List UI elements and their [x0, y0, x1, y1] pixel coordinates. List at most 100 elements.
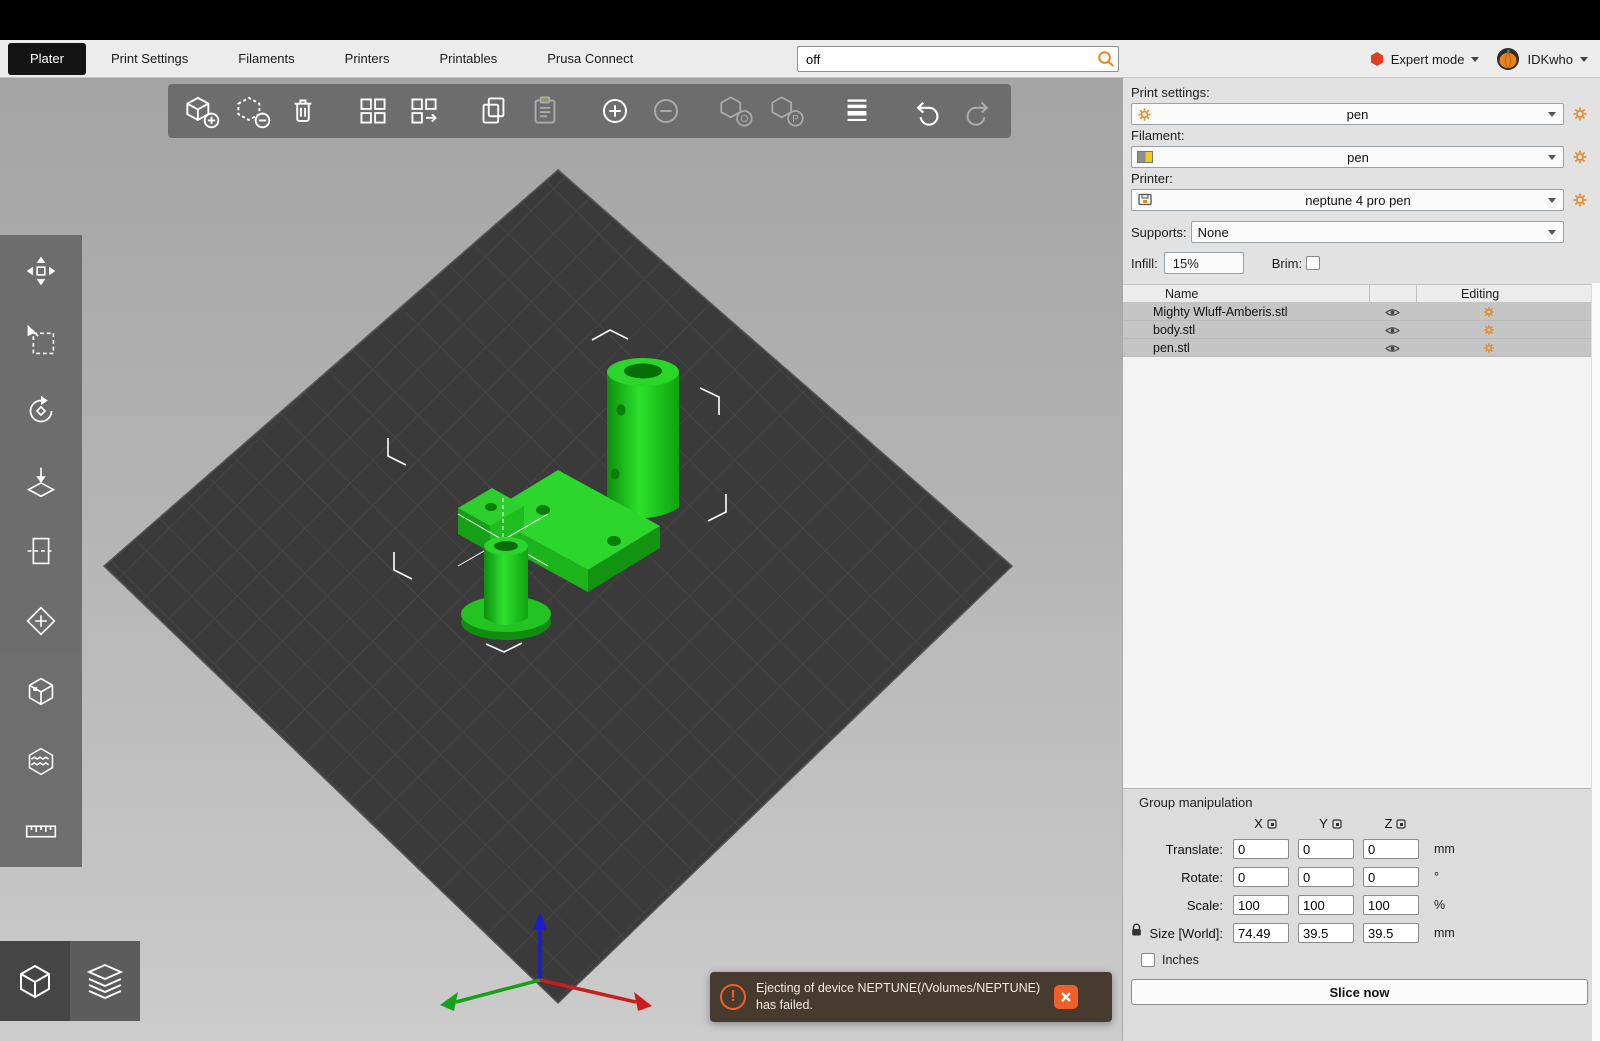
- print-settings-select[interactable]: pen: [1131, 103, 1564, 125]
- eye-icon: [1384, 308, 1400, 316]
- move-tool-button[interactable]: [18, 249, 64, 293]
- translate-x-input[interactable]: [1233, 839, 1289, 859]
- cut-tool-button[interactable]: [18, 529, 64, 573]
- rotate-tool-button[interactable]: [18, 389, 64, 433]
- rotate-z-input[interactable]: [1363, 867, 1419, 887]
- panel-scrollbar[interactable]: [1591, 283, 1600, 1041]
- remove-object-button[interactable]: [229, 88, 275, 134]
- tab-printables[interactable]: Printables: [414, 40, 522, 78]
- supports-select[interactable]: None: [1190, 221, 1564, 243]
- filament-value: pen: [1347, 149, 1369, 165]
- preview-view-button[interactable]: [70, 941, 140, 1021]
- edit-printer-button[interactable]: [1570, 190, 1590, 210]
- paint-support-tool-button[interactable]: [18, 599, 64, 643]
- object-settings-button[interactable]: [1481, 323, 1497, 337]
- rotate-unit: °: [1434, 870, 1439, 884]
- translate-z-input[interactable]: [1363, 839, 1419, 859]
- printer-select[interactable]: neptune 4 pro pen: [1131, 189, 1564, 211]
- account-chevron-down-icon[interactable]: [1580, 56, 1588, 62]
- seam-paint-tool-button[interactable]: [18, 669, 64, 713]
- scale-tool-icon: [27, 324, 55, 355]
- printer-value: neptune 4 pro pen: [1305, 192, 1411, 208]
- object-list-row[interactable]: Mighty Wluff-Amberis.stl: [1123, 303, 1600, 321]
- filament-select[interactable]: pen: [1131, 146, 1564, 168]
- print-bed[interactable]: [102, 169, 1014, 1005]
- gear-icon: [1573, 193, 1587, 207]
- place-on-face-tool-button[interactable]: [18, 459, 64, 503]
- supports-value: None: [1197, 224, 1229, 240]
- scale-unit: %: [1434, 898, 1446, 912]
- supports-label: Supports:: [1131, 224, 1187, 240]
- seam-paint-tool-icon: [28, 677, 54, 706]
- fuzzy-skin-tool-button[interactable]: [18, 739, 64, 783]
- size-label: Size [World]:: [1149, 925, 1223, 941]
- tab-printers[interactable]: Printers: [320, 40, 415, 78]
- axis-z-label: Z: [1384, 816, 1393, 831]
- avatar[interactable]: [1496, 47, 1520, 71]
- object-name: body.stl: [1153, 322, 1196, 337]
- object-settings-icon: [1484, 325, 1494, 335]
- tab-prusa-connect[interactable]: Prusa Connect: [522, 40, 658, 78]
- tab-print-settings[interactable]: Print Settings: [86, 40, 213, 78]
- username-label[interactable]: IDKwho: [1527, 52, 1573, 67]
- 3d-viewport[interactable]: O P ! Ejecting of device NEPTUNE(/Volume…: [0, 78, 1122, 1041]
- paste-button[interactable]: [522, 88, 568, 134]
- split-to-parts-button[interactable]: P: [764, 88, 810, 134]
- redo-button[interactable]: [955, 88, 1001, 134]
- search-icon: [1097, 50, 1115, 68]
- chevron-down-icon: [1548, 230, 1556, 235]
- visibility-toggle[interactable]: [1383, 305, 1401, 319]
- arrange-button[interactable]: [350, 88, 396, 134]
- delete-all-button[interactable]: [280, 88, 326, 134]
- scale-z-input[interactable]: [1363, 895, 1419, 915]
- printer-icon: [1137, 192, 1153, 208]
- add-instance-button[interactable]: [592, 88, 638, 134]
- add-object-button[interactable]: [178, 88, 224, 134]
- tab-filaments[interactable]: Filaments: [213, 40, 319, 78]
- visibility-toggle[interactable]: [1383, 323, 1401, 337]
- translate-y-input[interactable]: [1298, 839, 1354, 859]
- mode-chevron-down-icon[interactable]: [1471, 56, 1480, 62]
- size-y-input[interactable]: [1298, 923, 1354, 943]
- scale-label: Scale:: [1186, 897, 1223, 913]
- arrange-bed-button[interactable]: [401, 88, 447, 134]
- move-tool-icon: [26, 256, 56, 286]
- remove-instance-button[interactable]: [643, 88, 689, 134]
- notification-close-button[interactable]: [1054, 985, 1078, 1009]
- sidebar: Print settings: pen Filament: pen Printe…: [1122, 78, 1600, 1041]
- window-titlebar: [0, 0, 1600, 40]
- object-list-row[interactable]: body.stl: [1123, 321, 1600, 339]
- object-settings-button[interactable]: [1481, 305, 1497, 319]
- tab-plater[interactable]: Plater: [8, 42, 86, 75]
- object-list-row[interactable]: pen.stl: [1123, 339, 1600, 357]
- copy-button[interactable]: [471, 88, 517, 134]
- brim-checkbox[interactable]: [1306, 256, 1321, 270]
- variable-layer-height-button[interactable]: [834, 88, 880, 134]
- slice-now-button[interactable]: Slice now: [1131, 979, 1588, 1005]
- notification-toast: ! Ejecting of device NEPTUNE(/Volumes/NE…: [710, 972, 1112, 1022]
- scale-y-input[interactable]: [1298, 895, 1354, 915]
- edit-print-settings-button[interactable]: [1570, 104, 1590, 124]
- rotate-x-input[interactable]: [1233, 867, 1289, 887]
- inches-checkbox[interactable]: [1141, 953, 1155, 967]
- plater-toolbar: O P: [168, 84, 1011, 138]
- axis-z-icon: [1396, 818, 1407, 829]
- svg-text:O: O: [741, 114, 749, 125]
- measure-tool-button[interactable]: [18, 809, 64, 853]
- editor-view-button[interactable]: [0, 941, 70, 1021]
- search-input[interactable]: [797, 46, 1119, 72]
- undo-button[interactable]: [904, 88, 950, 134]
- edit-filament-button[interactable]: [1570, 147, 1590, 167]
- scale-tool-button[interactable]: [18, 319, 64, 363]
- object-settings-button[interactable]: [1481, 341, 1497, 355]
- size-x-input[interactable]: [1233, 923, 1289, 943]
- mode-selector-label[interactable]: Expert mode: [1391, 52, 1465, 67]
- scale-x-input[interactable]: [1233, 895, 1289, 915]
- rotate-y-input[interactable]: [1298, 867, 1354, 887]
- split-to-objects-button[interactable]: O: [713, 88, 759, 134]
- size-z-input[interactable]: [1363, 923, 1419, 943]
- infill-select[interactable]: 15%: [1163, 252, 1244, 274]
- notification-message: Ejecting of device NEPTUNE(/Volumes/NEPT…: [756, 981, 1041, 1012]
- uniform-scale-lock-icon[interactable]: [1131, 923, 1142, 937]
- visibility-toggle[interactable]: [1383, 341, 1401, 355]
